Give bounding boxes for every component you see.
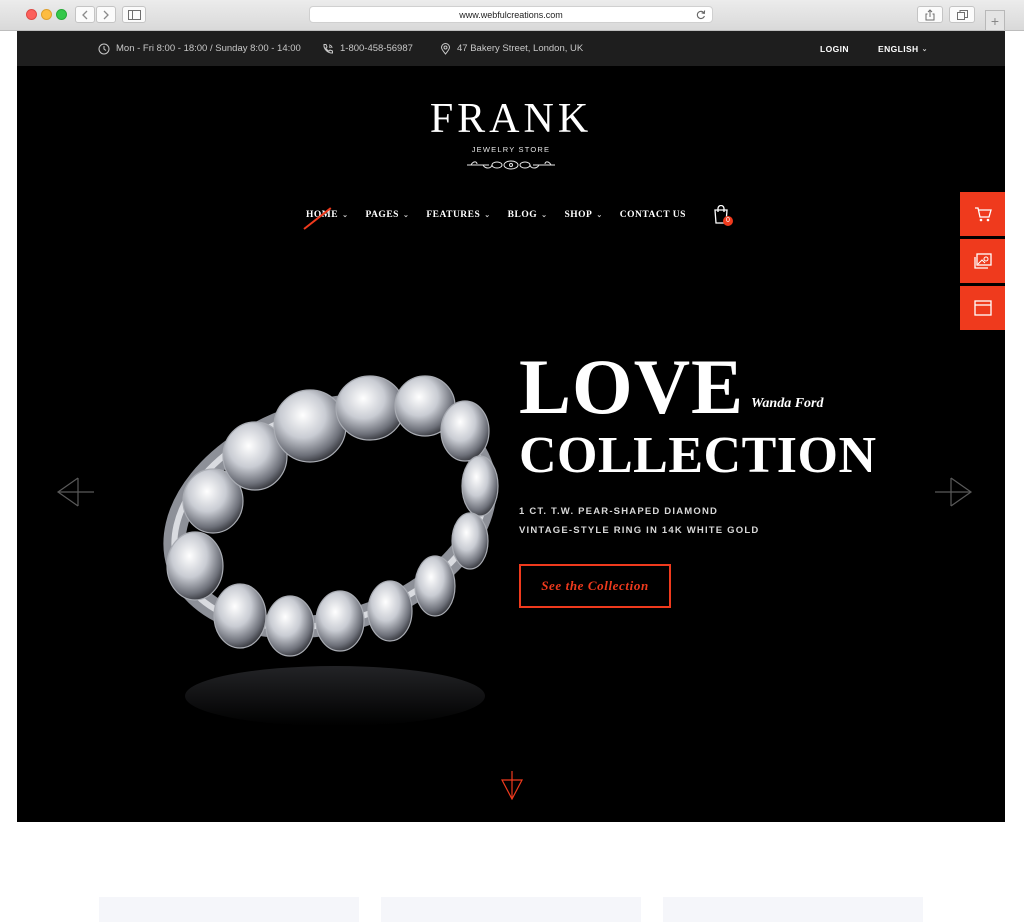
browser-chrome: www.webfulcreations.com + (0, 0, 1024, 31)
top-info-bar: Mon - Fri 8:00 - 18:00 / Sunday 8:00 - 1… (17, 31, 1005, 66)
location-pin-icon (440, 42, 451, 55)
logo-tagline: JEWELRY STORE (471, 145, 551, 154)
tabs-overview-button[interactable] (949, 6, 975, 23)
forward-button[interactable] (96, 6, 116, 23)
chevron-down-icon: ⌄ (484, 211, 491, 219)
content-section (17, 822, 1005, 922)
hero-title-line1: LOVE (519, 343, 745, 430)
nav-item-pages[interactable]: PAGES ⌄ (365, 210, 409, 220)
url-text: www.webfulcreations.com (459, 9, 563, 20)
nav-item-contact-us[interactable]: CONTACT US (620, 210, 686, 220)
chevron-down-icon: ⌄ (342, 211, 349, 219)
chevron-left-icon (82, 10, 88, 19)
close-window-button[interactable] (26, 9, 37, 20)
nav-item-label: SHOP (564, 210, 593, 220)
nav-item-blog[interactable]: BLOG ⌄ (508, 210, 548, 220)
see-collection-button[interactable]: See the Collection (519, 564, 671, 608)
login-link[interactable]: LOGIN (820, 31, 849, 66)
phone-number-text: 1-800-458-56987 (340, 43, 413, 54)
new-tab-button[interactable]: + (985, 10, 1005, 30)
back-button[interactable] (75, 6, 95, 23)
slider-prev-arrow-icon[interactable] (56, 477, 96, 507)
cart-count-badge: 0 (723, 216, 733, 226)
address-bar[interactable]: www.webfulcreations.com (309, 6, 713, 23)
share-icon (925, 8, 935, 20)
browser-window-icon (973, 300, 992, 316)
nav-item-label: PAGES (365, 210, 399, 220)
image-gallery-icon (973, 253, 992, 269)
maximize-window-button[interactable] (56, 9, 67, 20)
nav-item-label: FEATURES (426, 210, 481, 220)
share-button[interactable] (917, 6, 943, 23)
feature-card (99, 897, 359, 922)
clock-icon (98, 43, 110, 54)
opening-hours-text: Mon - Fri 8:00 - 18:00 / Sunday 8:00 - 1… (116, 43, 301, 54)
cart-icon (974, 207, 992, 222)
phone-icon (323, 43, 333, 54)
chevron-down-icon: ⌄ (402, 211, 410, 219)
store-address-text: 47 Bakery Street, London, UK (457, 43, 584, 54)
chevron-down-icon: ⌄ (921, 45, 928, 53)
nav-item-home[interactable]: HOME ⌄ (303, 207, 349, 230)
phone-number[interactable]: 1-800-458-56987 (322, 31, 413, 66)
side-cart-button[interactable] (960, 192, 1005, 236)
language-selector[interactable]: ENGLISH ⌄ (878, 31, 928, 66)
chevron-down-icon: ⌄ (596, 211, 603, 219)
nav-item-shop[interactable]: SHOP ⌄ (565, 210, 603, 220)
nav-item-features[interactable]: FEATURES ⌄ (426, 210, 490, 220)
sidebar-toggle-button[interactable] (122, 6, 146, 23)
chevron-down-icon: ⌄ (541, 211, 548, 219)
tabs-icon (956, 9, 968, 20)
reload-icon[interactable] (696, 9, 706, 20)
nav-item-label: BLOG (507, 210, 538, 220)
hero-description: 1 CT. T.W. PEAR-SHAPED DIAMOND VINTAGE-S… (519, 502, 759, 540)
site-logo[interactable]: FRANK (17, 98, 1005, 140)
hero-author: Wanda Ford (751, 396, 824, 411)
main-navigation: HOME ⌄ PAGES ⌄ FEATURES ⌄ BLOG ⌄ SHOP ⌄ … (303, 207, 686, 230)
diamond-ring-image (163, 375, 499, 726)
minimize-window-button[interactable] (41, 9, 52, 20)
side-toolbar (960, 192, 1005, 333)
web-page: Mon - Fri 8:00 - 18:00 / Sunday 8:00 - 1… (17, 31, 1005, 922)
feature-card (663, 897, 923, 922)
nav-item-label: CONTACT US (619, 210, 686, 220)
slider-next-arrow-icon[interactable] (933, 477, 973, 507)
language-label: ENGLISH (878, 43, 919, 54)
hero-description-line2: VINTAGE-STYLE RING IN 14K WHITE GOLD (519, 525, 760, 536)
hero-description-line1: 1 CT. T.W. PEAR-SHAPED DIAMOND (519, 506, 719, 517)
store-address: 47 Bakery Street, London, UK (440, 31, 583, 66)
hero-title-line2: COLLECTION (519, 427, 877, 484)
sidebar-icon (127, 9, 141, 20)
feature-card (381, 897, 641, 922)
side-gallery-button[interactable] (960, 239, 1005, 283)
opening-hours: Mon - Fri 8:00 - 18:00 / Sunday 8:00 - 1… (98, 31, 301, 66)
chevron-right-icon (103, 10, 109, 19)
logo-ornament-icon (467, 160, 555, 170)
hero-slider: FRANK JEWELRY STORE HOME ⌄ PAGES ⌄ (17, 66, 1005, 822)
side-window-button[interactable] (960, 286, 1005, 330)
scroll-down-arrow-icon[interactable] (501, 770, 523, 800)
